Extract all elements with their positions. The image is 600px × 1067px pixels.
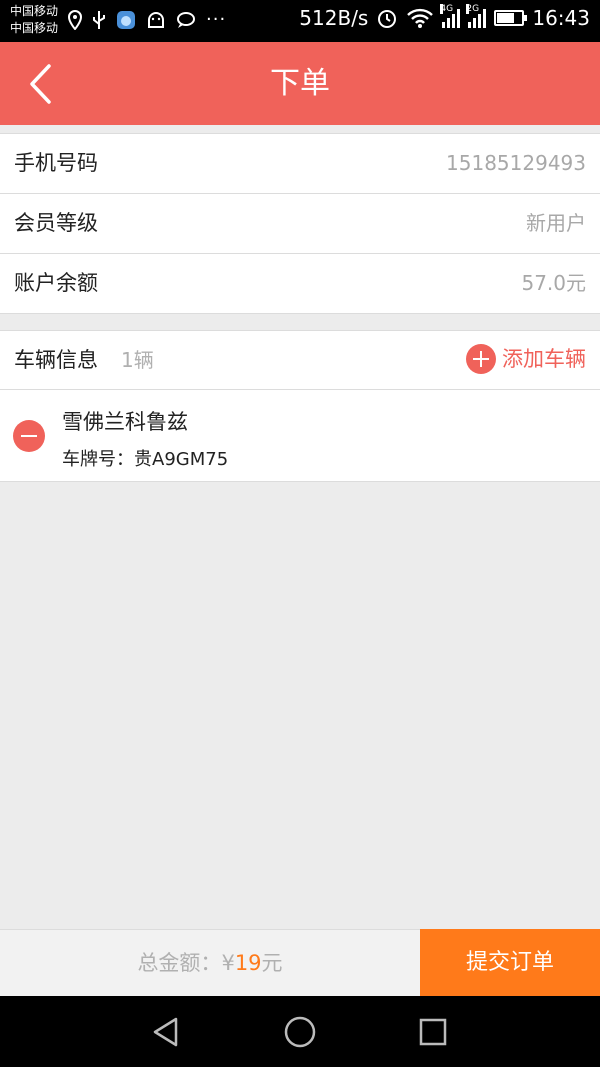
add-vehicle-button[interactable]: 添加车辆 [466, 344, 586, 374]
system-status: 512B/s 4G 2G 16:43 [299, 4, 590, 30]
back-triangle-icon[interactable] [148, 1014, 184, 1050]
member-level-row: 会员等级 新用户 [0, 194, 600, 254]
plate-info: 车牌号：贵A9GM75 [62, 445, 228, 471]
vehicle-title: 车辆信息 [14, 348, 98, 372]
carrier-1: 中国移动 [10, 4, 59, 18]
member-level-label: 会员等级 [14, 211, 98, 235]
alarm-icon [378, 10, 397, 28]
amount-unit: 元 [261, 951, 283, 975]
more-icon: ··· [206, 9, 227, 30]
account-info-group: 手机号码 15185129493 会员等级 新用户 账户余额 57.0元 [0, 133, 600, 314]
vehicle-info-group: 车辆信息 1辆 添加车辆 雪佛兰科鲁兹 车牌号：贵A9GM75 [0, 330, 600, 482]
net-4g-label: 4G [440, 4, 454, 14]
page-title: 下单 [270, 66, 330, 101]
clock: 16:43 [532, 6, 590, 30]
app-header: 下单 [0, 42, 600, 125]
wifi-icon [407, 8, 434, 28]
signal-2g-icon: 2G [466, 4, 487, 28]
amount-value: 19 [234, 951, 262, 975]
total-amount: 总金额：¥19元 [0, 930, 420, 997]
usb-icon [93, 10, 105, 29]
android-icon [148, 11, 164, 28]
phone-value: 15185129493 [446, 151, 586, 175]
total-label: 总金额： [137, 951, 222, 975]
home-circle-icon[interactable] [282, 1014, 318, 1050]
remove-vehicle-button[interactable] [13, 420, 45, 452]
battery-fill [497, 13, 515, 23]
status-bar: 中国移动 中国移动 ··· 512B/s 4G 2G 16:43 [0, 0, 600, 42]
recents-square-icon[interactable] [415, 1014, 451, 1050]
plate-value: 贵A9GM75 [134, 449, 229, 470]
app-icon [117, 10, 135, 29]
carrier-2: 中国移动 [10, 21, 59, 35]
plus-circle-icon [466, 344, 496, 374]
carrier-info: 中国移动 中国移动 [10, 3, 58, 37]
phone-label: 手机号码 [14, 151, 98, 175]
vehicle-count: 1辆 [121, 348, 154, 372]
car-model: 雪佛兰科鲁兹 [62, 410, 188, 434]
balance-label: 账户余额 [14, 271, 98, 295]
currency-symbol: ¥ [221, 951, 235, 975]
chat-icon [177, 11, 195, 28]
balance-value: 57.0元 [521, 271, 586, 295]
location-icon [68, 9, 82, 30]
vehicle-list-item: 雪佛兰科鲁兹 车牌号：贵A9GM75 [0, 390, 600, 481]
battery-icon [494, 10, 528, 26]
system-nav-bar [0, 996, 600, 1067]
net-speed: 512B/s [299, 6, 369, 30]
order-bottom-bar: 总金额：¥19元 提交订单 [0, 929, 600, 997]
add-vehicle-label: 添加车辆 [502, 347, 586, 371]
vehicle-header: 车辆信息 1辆 添加车辆 [0, 331, 600, 390]
plate-label: 车牌号： [62, 449, 134, 470]
member-level-value: 新用户 [526, 211, 586, 235]
submit-order-button[interactable]: 提交订单 [420, 929, 600, 997]
phone-row: 手机号码 15185129493 [0, 134, 600, 194]
net-2g-label: 2G [466, 4, 480, 14]
signal-4g-icon: 4G [440, 4, 461, 28]
balance-row: 账户余额 57.0元 [0, 254, 600, 313]
notification-icons: ··· [68, 9, 226, 30]
